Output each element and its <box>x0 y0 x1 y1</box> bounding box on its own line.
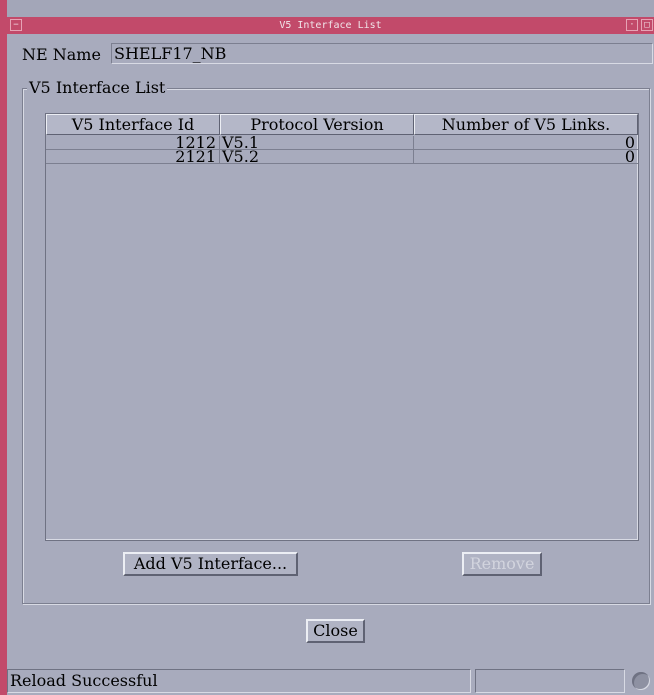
cell-protocol-version: V5.2 <box>220 150 414 164</box>
ne-name-field[interactable]: SHELF17_NB <box>111 43 653 64</box>
column-header-protocol-version[interactable]: Protocol Version <box>220 114 414 135</box>
window-title: V5 Interface List <box>279 20 382 31</box>
group-title: V5 Interface List <box>27 78 168 97</box>
minimize-icon[interactable]: · <box>626 19 638 31</box>
cell-interface-id: 1212 <box>46 136 220 150</box>
window-menu-icon[interactable]: − <box>10 19 22 31</box>
add-v5-interface-button[interactable]: Add V5 Interface... <box>123 552 298 576</box>
v5-interface-list-window: − V5 Interface List · □ NE Name SHELF17_… <box>0 0 654 695</box>
column-header-interface-id[interactable]: V5 Interface Id <box>46 114 220 135</box>
cell-number-of-links: 0 <box>414 136 638 150</box>
cell-protocol-version: V5.1 <box>220 136 414 150</box>
status-cell <box>475 669 625 693</box>
remove-button[interactable]: Remove <box>462 552 542 576</box>
close-button[interactable]: Close <box>306 619 365 643</box>
title-bar[interactable]: − V5 Interface List · □ <box>7 0 654 34</box>
status-indicator-icon <box>632 672 650 690</box>
table-row[interactable]: 1212 V5.1 0 <box>46 136 638 150</box>
cell-interface-id: 2121 <box>46 150 220 164</box>
status-bar: Reload Successful <box>7 669 654 693</box>
v5-interface-table[interactable]: V5 Interface Id Protocol Version Number … <box>45 113 639 541</box>
maximize-icon[interactable]: □ <box>641 19 653 31</box>
status-text: Reload Successful <box>7 669 471 693</box>
cell-number-of-links: 0 <box>414 150 638 164</box>
ne-name-label: NE Name <box>22 45 101 64</box>
column-header-number-of-links[interactable]: Number of V5 Links. <box>414 114 638 135</box>
table-row[interactable]: 2121 V5.2 0 <box>46 150 638 164</box>
table-header: V5 Interface Id Protocol Version Number … <box>46 114 638 135</box>
